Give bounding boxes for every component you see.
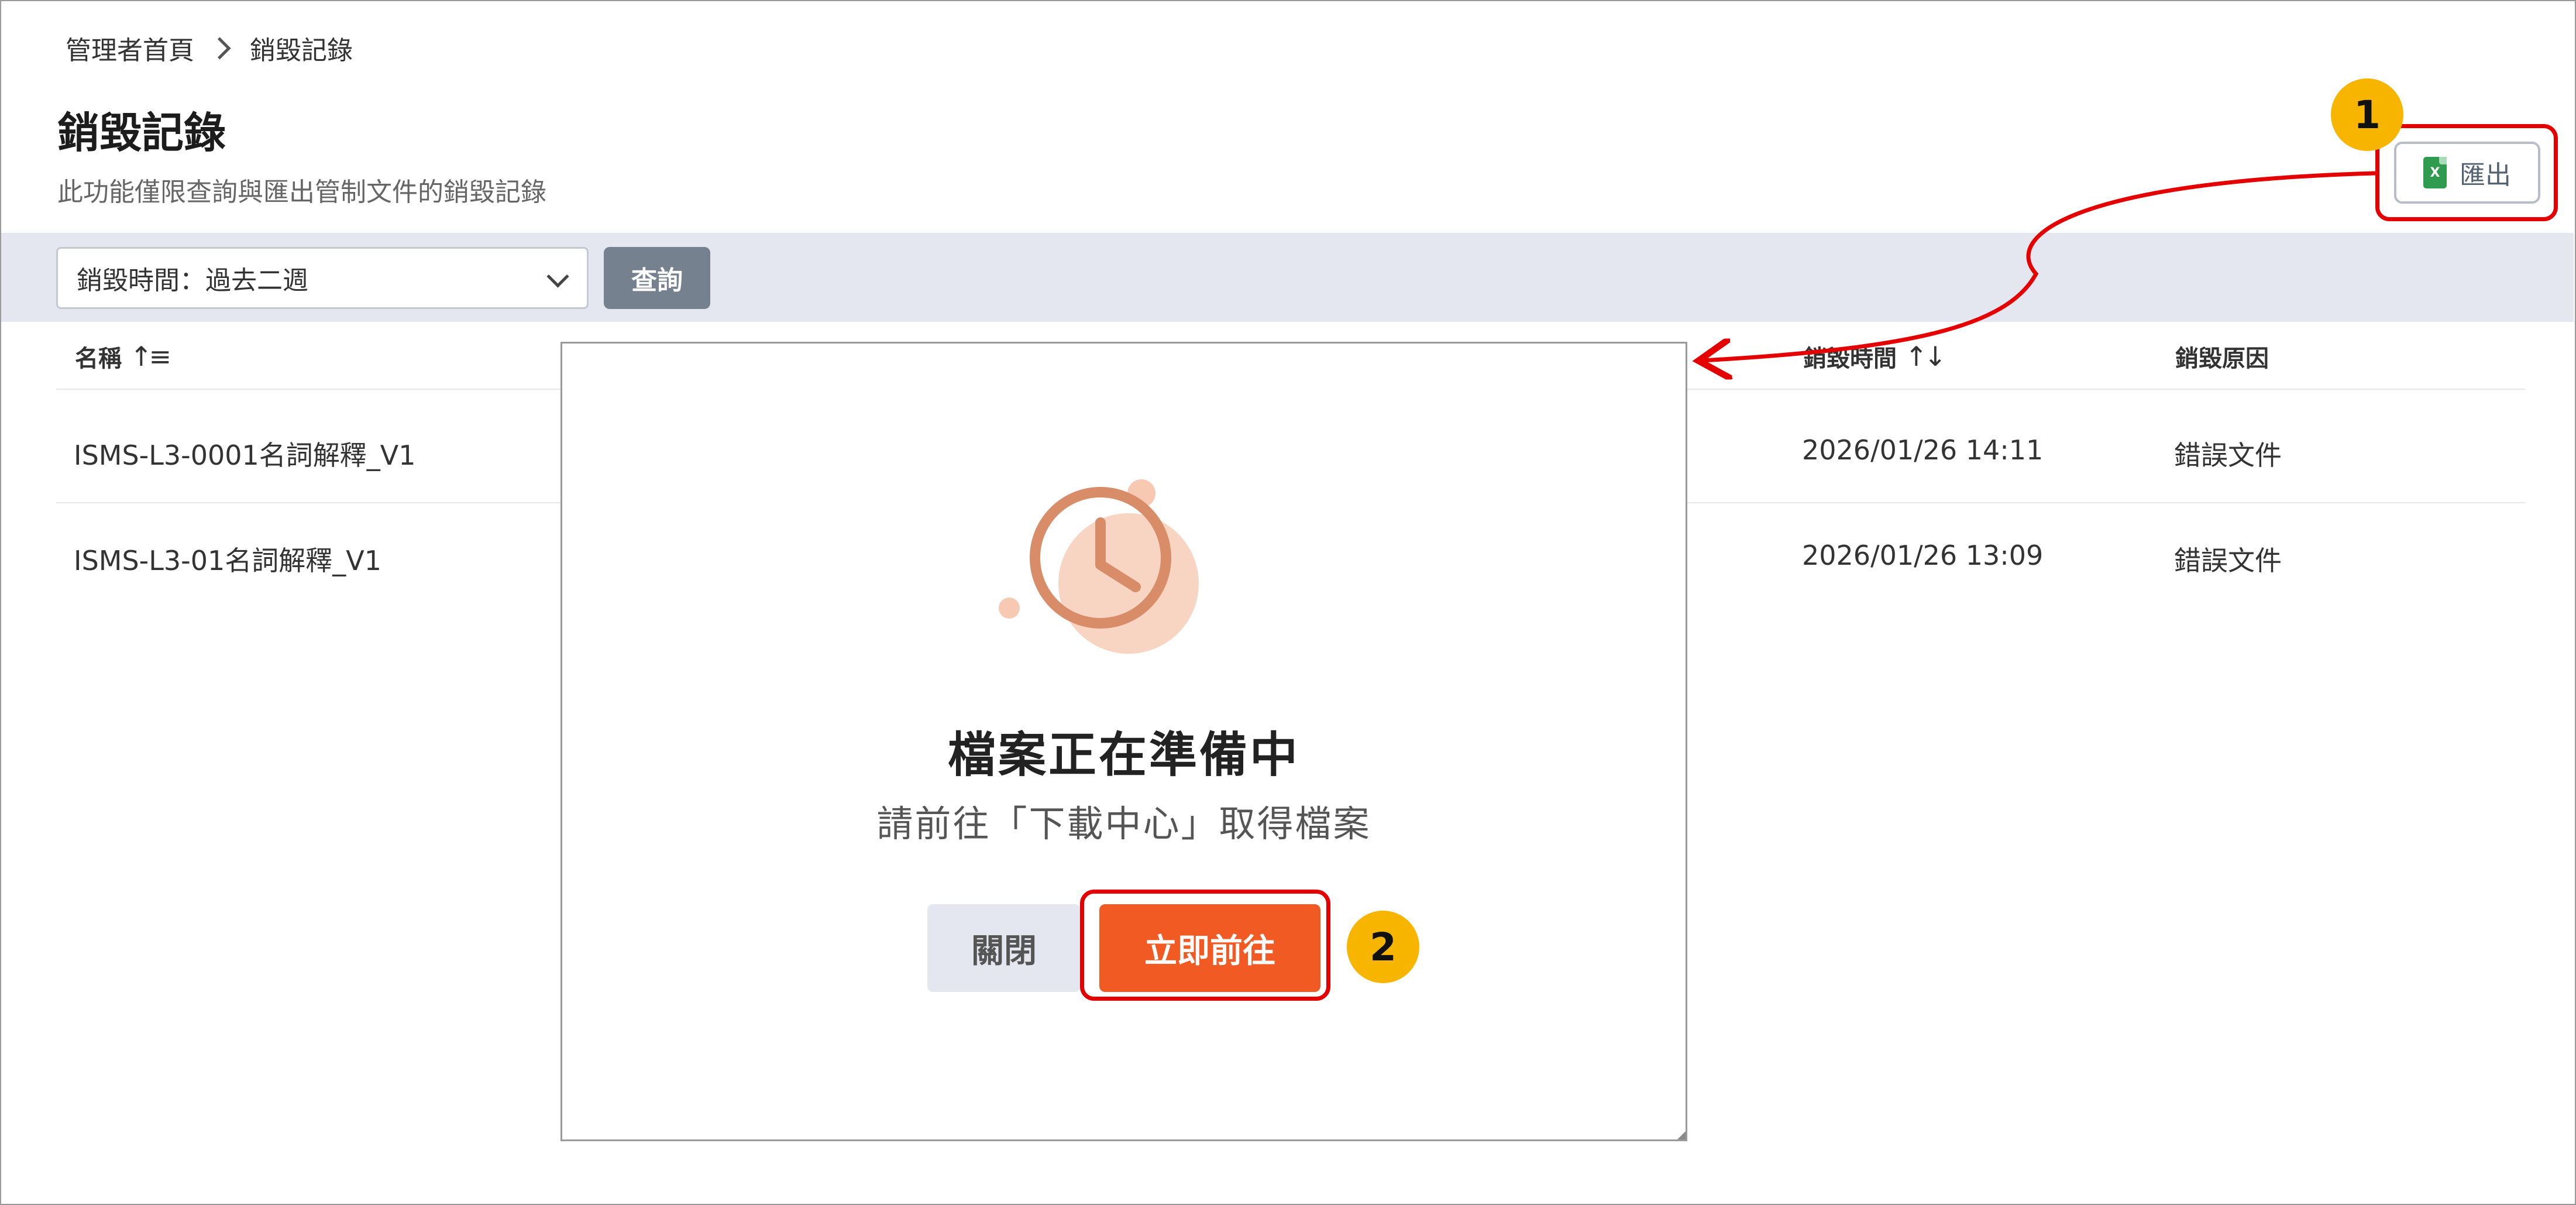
highlight-box-go-now <box>1080 890 1330 1001</box>
step-badge-1: 1 <box>2331 78 2403 151</box>
annotation-arrow <box>0 171 2376 1205</box>
step-badge-2: 2 <box>1347 911 1419 983</box>
highlight-box-export <box>2375 124 2558 221</box>
